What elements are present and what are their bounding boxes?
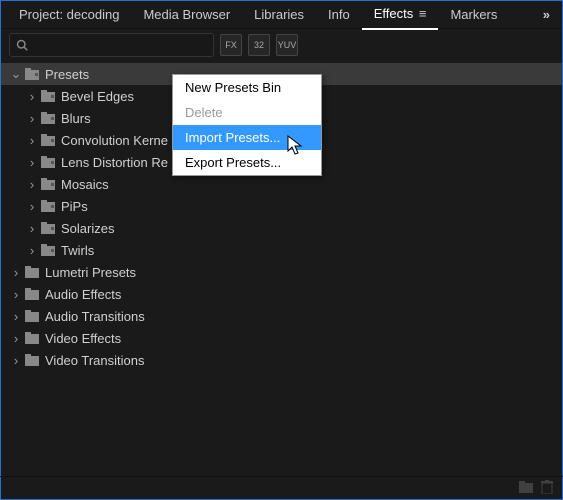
context-export-presets[interactable]: Export Presets...: [173, 150, 321, 175]
tab-info[interactable]: Info: [316, 1, 362, 29]
panel-footer: [0, 476, 563, 500]
tab-effects-label: Effects: [374, 6, 414, 21]
preset-bin-icon: [39, 244, 57, 256]
folder-icon: [23, 354, 41, 366]
tree-label: Blurs: [61, 111, 91, 126]
tree-label: Twirls: [61, 243, 94, 258]
tab-project[interactable]: Project: decoding: [7, 1, 131, 29]
tree-label: Convolution Kerne: [61, 133, 168, 148]
tree-label: Bevel Edges: [61, 89, 134, 104]
tab-markers[interactable]: Markers: [438, 1, 509, 29]
tree-label: Audio Effects: [45, 287, 121, 302]
chevron-right-icon[interactable]: ›: [25, 199, 39, 214]
effects-toolbar: FX 32 YUV: [1, 29, 562, 61]
tree-label: PiPs: [61, 199, 88, 214]
panel-tabs: Project: decoding Media Browser Librarie…: [1, 1, 562, 29]
preset-bin-icon: [39, 222, 57, 234]
trash-icon[interactable]: [541, 480, 553, 497]
tree-label: Mosaics: [61, 177, 109, 192]
chevron-right-icon[interactable]: ›: [25, 177, 39, 192]
tree-item-pips[interactable]: › PiPs: [1, 195, 562, 217]
chevron-down-icon[interactable]: ⌄: [9, 66, 23, 82]
tree-item-audio-transitions[interactable]: › Audio Transitions: [1, 305, 562, 327]
preset-bin-icon: [39, 112, 57, 124]
search-input[interactable]: [32, 38, 207, 52]
preset-bin-icon: [39, 134, 57, 146]
folder-icon: [23, 332, 41, 344]
preset-bin-icon: [39, 90, 57, 102]
preset-bin-icon: [23, 68, 41, 80]
tree-label: Video Effects: [45, 331, 121, 346]
chevron-right-icon[interactable]: ›: [9, 353, 23, 368]
tab-media-browser[interactable]: Media Browser: [131, 1, 242, 29]
preset-bin-icon: [39, 178, 57, 190]
chevron-right-icon[interactable]: ›: [9, 309, 23, 324]
tree-label: Lens Distortion Re: [61, 155, 168, 170]
tree-item-video-effects[interactable]: › Video Effects: [1, 327, 562, 349]
preset-bin-icon: [39, 200, 57, 212]
tree-label: Audio Transitions: [45, 309, 145, 324]
tree-item-mosaics[interactable]: › Mosaics: [1, 173, 562, 195]
folder-icon: [23, 310, 41, 322]
tree-item-solarizes[interactable]: › Solarizes: [1, 217, 562, 239]
tree-label: Video Transitions: [45, 353, 145, 368]
tab-libraries[interactable]: Libraries: [242, 1, 316, 29]
tree-item-twirls[interactable]: › Twirls: [1, 239, 562, 261]
tab-effects[interactable]: Effects ≡: [362, 0, 439, 30]
tree-label: Solarizes: [61, 221, 114, 236]
tree-item-video-transitions[interactable]: › Video Transitions: [1, 349, 562, 371]
filter-32-button[interactable]: 32: [248, 34, 270, 56]
context-menu: New Presets Bin Delete Import Presets...…: [172, 74, 322, 176]
tabs-overflow-button[interactable]: »: [537, 7, 556, 22]
tree-item-audio-effects[interactable]: › Audio Effects: [1, 283, 562, 305]
search-box[interactable]: [9, 33, 214, 57]
hamburger-icon[interactable]: ≡: [419, 6, 427, 21]
chevron-right-icon[interactable]: ›: [9, 265, 23, 280]
chevron-right-icon[interactable]: ›: [25, 133, 39, 148]
search-icon: [16, 39, 28, 51]
new-bin-icon[interactable]: [519, 481, 533, 496]
folder-icon: [23, 266, 41, 278]
tree-label: Presets: [45, 67, 89, 82]
tree-item-lumetri-presets[interactable]: › Lumetri Presets: [1, 261, 562, 283]
chevron-right-icon[interactable]: ›: [9, 331, 23, 346]
chevron-right-icon[interactable]: ›: [25, 243, 39, 258]
context-import-presets[interactable]: Import Presets...: [173, 125, 321, 150]
context-new-presets-bin[interactable]: New Presets Bin: [173, 75, 321, 100]
context-delete: Delete: [173, 100, 321, 125]
filter-fx-button[interactable]: FX: [220, 34, 242, 56]
chevron-right-icon[interactable]: ›: [9, 287, 23, 302]
chevron-right-icon[interactable]: ›: [25, 221, 39, 236]
tree-label: Lumetri Presets: [45, 265, 136, 280]
chevron-right-icon[interactable]: ›: [25, 111, 39, 126]
preset-bin-icon: [39, 156, 57, 168]
chevron-right-icon[interactable]: ›: [25, 155, 39, 170]
folder-icon: [23, 288, 41, 300]
filter-yuv-button[interactable]: YUV: [276, 34, 298, 56]
chevron-right-icon[interactable]: ›: [25, 89, 39, 104]
